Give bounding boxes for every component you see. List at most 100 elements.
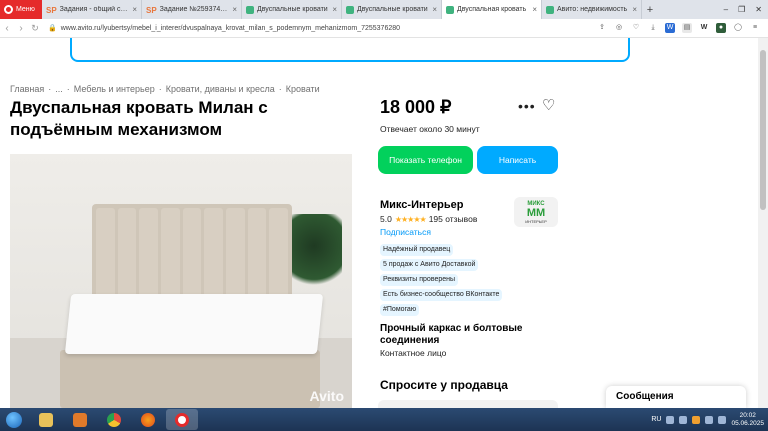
tray-app-icon[interactable] bbox=[692, 415, 701, 424]
rating-stars-icon: ★★★★★ bbox=[394, 214, 427, 224]
price: 18 000 ₽ bbox=[380, 97, 452, 117]
opera-menu-button[interactable]: Меню bbox=[0, 0, 42, 19]
more-options-icon[interactable]: ••• bbox=[518, 98, 536, 114]
taskbar-firefox[interactable] bbox=[132, 409, 164, 430]
seller-badge[interactable]: #Помогаю bbox=[380, 304, 420, 316]
avito-favicon-icon bbox=[546, 5, 554, 14]
breadcrumb-item[interactable]: Кровати, диваны и кресла bbox=[166, 84, 275, 94]
tab-close-icon[interactable]: × bbox=[332, 5, 337, 14]
tray-app-icon[interactable] bbox=[679, 415, 688, 424]
browser-tab[interactable]: Двуспальные кровати × bbox=[242, 0, 342, 19]
chrome-icon bbox=[107, 412, 121, 427]
seller-badge[interactable]: Надёжный продавец bbox=[380, 244, 454, 256]
browser-tab-active[interactable]: Двуспальная кровать × bbox=[442, 0, 542, 19]
taskbar-opera[interactable] bbox=[166, 409, 198, 430]
extension-w-icon[interactable]: W bbox=[665, 23, 675, 33]
contact-person: Контактное лицо bbox=[380, 348, 447, 358]
favorite-heart-icon[interactable]: ♡ bbox=[542, 96, 555, 114]
close-window-icon[interactable]: ✕ bbox=[755, 5, 762, 14]
listing-photo[interactable]: Avito bbox=[10, 154, 352, 408]
show-phone-button[interactable]: Показать телефон bbox=[378, 146, 473, 174]
tab-close-icon[interactable]: × bbox=[632, 5, 637, 14]
rating-value: 5.0 bbox=[380, 214, 392, 224]
avito-favicon-icon bbox=[446, 5, 454, 14]
tray-app-icon[interactable] bbox=[666, 415, 675, 424]
ask-seller-box[interactable] bbox=[378, 400, 558, 408]
photo-mattress bbox=[64, 294, 324, 354]
url-field[interactable]: 🔒 www.avito.ru/lyubertsy/mebel_i_interer… bbox=[48, 24, 401, 33]
browser-tab[interactable]: SP Задания - общий спис × bbox=[42, 0, 142, 19]
taskbar-explorer[interactable] bbox=[30, 409, 62, 430]
breadcrumb-separator: · bbox=[158, 84, 162, 94]
extension-w2-icon[interactable]: W bbox=[699, 23, 709, 33]
download-icon[interactable]: ⤓ bbox=[648, 23, 658, 33]
volume-icon[interactable] bbox=[718, 415, 727, 424]
reload-icon[interactable]: ↻ bbox=[28, 23, 42, 34]
photo-bed-base bbox=[60, 350, 320, 408]
language-indicator[interactable]: RU bbox=[651, 416, 661, 423]
logo-line: ИНТЕРЬЕР bbox=[525, 218, 547, 224]
taskbar-media[interactable] bbox=[64, 409, 96, 430]
tab-title: Авито: недвижимость bbox=[557, 6, 628, 13]
seller-badge[interactable]: 5 продаж с Авито Доставкой bbox=[380, 259, 479, 271]
tab-title: Двуспальная кровать bbox=[457, 6, 527, 13]
clock-date: 05.06.2025 bbox=[731, 419, 764, 427]
firefox-icon bbox=[141, 412, 155, 427]
avito-favicon-icon bbox=[246, 5, 254, 14]
maximize-icon[interactable]: ❐ bbox=[738, 5, 745, 14]
browser-tab-strip: Меню SP Задания - общий спис × SP Задани… bbox=[0, 0, 768, 19]
window-controls: – ❐ ✕ bbox=[724, 5, 768, 14]
breadcrumb: Главная · ... · Мебель и интерьер · Кров… bbox=[10, 84, 320, 94]
system-clock[interactable]: 20:02 05.06.2025 bbox=[731, 412, 764, 428]
share-icon[interactable]: ⇪ bbox=[597, 23, 607, 33]
seller-badge[interactable]: Есть бизнес-сообщество ВКонтакте bbox=[380, 289, 503, 301]
browser-menu-icon[interactable]: ≡ bbox=[750, 23, 760, 33]
seller-logo[interactable]: МИКС ММ ИНТЕРЬЕР bbox=[514, 197, 558, 227]
tab-title: Двуспальные кровати bbox=[257, 6, 328, 13]
camera-icon[interactable]: ◎ bbox=[614, 23, 624, 33]
extension-icon[interactable]: ● bbox=[716, 23, 726, 33]
browser-tab[interactable]: Двуспальные кровати × bbox=[342, 0, 442, 19]
url-text: www.avito.ru/lyubertsy/mebel_i_interer/d… bbox=[60, 24, 401, 32]
forward-icon[interactable]: › bbox=[14, 23, 28, 34]
browser-tab[interactable]: SP Задание №2593747 - С × bbox=[142, 0, 242, 19]
account-icon[interactable]: ◯ bbox=[733, 23, 743, 33]
messages-panel[interactable]: Сообщения bbox=[606, 386, 746, 408]
bookmark-icon[interactable]: ♡ bbox=[631, 23, 641, 33]
browser-tab[interactable]: Авито: недвижимость × bbox=[542, 0, 642, 19]
opera-logo-icon bbox=[4, 5, 13, 14]
minimize-icon[interactable]: – bbox=[724, 5, 728, 14]
reviews-count[interactable]: 195 отзывов bbox=[429, 214, 478, 224]
breadcrumb-item[interactable]: Кровати bbox=[286, 84, 320, 94]
write-message-button[interactable]: Написать bbox=[477, 146, 558, 174]
seller-name[interactable]: Микс-Интерьер bbox=[380, 199, 463, 211]
tab-close-icon[interactable]: × bbox=[232, 5, 237, 14]
scrollbar-thumb[interactable] bbox=[760, 50, 766, 210]
page-title: Двуспальная кровать Милан с подъёмным ме… bbox=[10, 98, 268, 139]
taskbar-chrome[interactable] bbox=[98, 409, 130, 430]
start-button[interactable] bbox=[0, 408, 28, 431]
page-scrollbar[interactable] bbox=[758, 38, 768, 408]
seller-badge[interactable]: Реквизиты проверены bbox=[380, 274, 459, 286]
windows-start-icon bbox=[6, 411, 22, 428]
search-input[interactable] bbox=[70, 38, 630, 62]
extension-icon[interactable]: ▤ bbox=[682, 23, 692, 33]
tab-favicon-icon: SP bbox=[46, 5, 57, 15]
tab-title: Задания - общий спис bbox=[59, 6, 130, 13]
back-icon[interactable]: ‹ bbox=[0, 23, 14, 34]
photo-plant bbox=[286, 214, 342, 294]
seller-badges: Надёжный продавец 5 продаж с Авито Доста… bbox=[380, 244, 503, 316]
breadcrumb-separator: · bbox=[278, 84, 282, 94]
new-tab-button[interactable]: + bbox=[642, 4, 658, 16]
network-icon[interactable] bbox=[705, 415, 714, 424]
breadcrumb-item[interactable]: Главная bbox=[10, 84, 44, 94]
tab-close-icon[interactable]: × bbox=[132, 5, 137, 14]
tab-favicon-icon: SP bbox=[146, 5, 157, 15]
clock-time: 20:02 bbox=[739, 411, 756, 419]
avito-watermark: Avito bbox=[309, 388, 344, 404]
tab-close-icon[interactable]: × bbox=[532, 5, 537, 14]
breadcrumb-item[interactable]: Мебель и интерьер bbox=[74, 84, 155, 94]
breadcrumb-item[interactable]: ... bbox=[55, 84, 63, 94]
tab-close-icon[interactable]: × bbox=[432, 5, 437, 14]
subscribe-link[interactable]: Подписаться bbox=[380, 227, 431, 237]
